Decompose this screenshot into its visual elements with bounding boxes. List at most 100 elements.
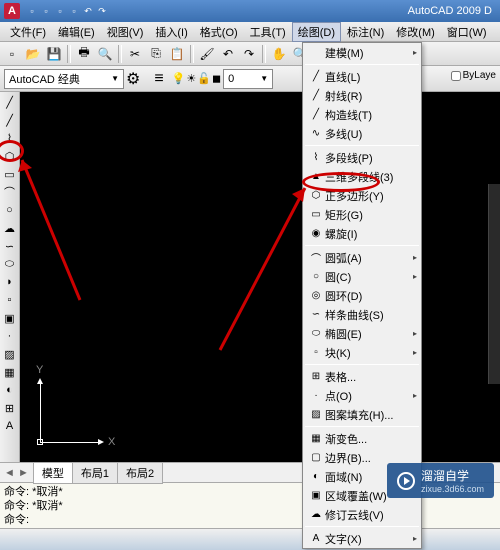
menu-insert[interactable]: 插入(I) [149, 22, 193, 42]
xline-tool[interactable]: ╱ [2, 112, 18, 128]
gradient-tool[interactable]: ▦ [2, 364, 18, 380]
ellipsearc-tool[interactable]: ◗ [2, 274, 18, 290]
insert-tool[interactable]: ▫ [2, 292, 18, 308]
menu-view[interactable]: 视图(V) [101, 22, 150, 42]
standard-toolbar[interactable]: ▫ 📂 💾 🖶 🔍 ✂ ⎘ 📋 🖌 ↶ ↷ ✋ 🔍 [0, 42, 500, 66]
new-button[interactable]: ▫ [2, 44, 22, 64]
menu-circle[interactable]: ○圆(C)▸ [303, 267, 421, 286]
tab-nav-arrows[interactable]: ◄ ► [0, 467, 33, 479]
tab-model[interactable]: 模型 [33, 462, 73, 484]
qat-icons[interactable]: ▫ ▫ ▫ ▫ ↶ ↷ [26, 5, 108, 17]
menu-line[interactable]: ╱直线(L) [303, 67, 421, 86]
cut-button[interactable]: ✂ [125, 44, 145, 64]
rectangle-icon: ▭ [307, 209, 325, 220]
lock-icon: 🔓 [197, 72, 211, 85]
workspace-combo[interactable]: AutoCAD 经典 ▼ [4, 69, 124, 89]
menu-modeling[interactable]: 建模(M)▸ [303, 43, 421, 62]
layer-status-icons: 💡 ☀ 🔓 ◼ [172, 72, 221, 85]
layer-manager-icon[interactable]: ≡ [154, 70, 163, 88]
print-icon[interactable]: ▫ [68, 5, 80, 17]
menu-rectangle[interactable]: ▭矩形(G) [303, 205, 421, 224]
menu-mline[interactable]: ∿多线(U) [303, 124, 421, 143]
arc-tool[interactable]: ⌒ [2, 184, 18, 200]
wipeout-icon: ▣ [307, 490, 325, 501]
open-button[interactable]: 📂 [23, 44, 43, 64]
menu-tools[interactable]: 工具(T) [244, 22, 292, 42]
menu-point[interactable]: ·点(O)▸ [303, 386, 421, 405]
cmd-input-line[interactable]: 命令: [4, 513, 496, 527]
bylayer-label: ByLaye [463, 70, 496, 81]
menu-xline[interactable]: ╱构造线(T) [303, 105, 421, 124]
paste-button[interactable]: 📋 [167, 44, 187, 64]
menu-table[interactable]: ⊞表格... [303, 367, 421, 386]
menu-donut[interactable]: ◎圆环(D) [303, 286, 421, 305]
mtext-tool[interactable]: A [2, 418, 18, 434]
watermark: 溜溜自学 zixue.3d66.com [387, 463, 494, 498]
menu-3dpoly[interactable]: ▲三维多段线(3) [303, 167, 421, 186]
menu-format[interactable]: 格式(O) [194, 22, 244, 42]
menu-block[interactable]: ▫块(K)▸ [303, 343, 421, 362]
copy-button[interactable]: ⎘ [146, 44, 166, 64]
plot-button[interactable]: 🖶 [74, 44, 94, 64]
open-icon[interactable]: ▫ [40, 5, 52, 17]
menu-text[interactable]: A文字(X)▸ [303, 529, 421, 548]
new-icon[interactable]: ▫ [26, 5, 38, 17]
menu-polygon[interactable]: ⬡正多边形(Y) [303, 186, 421, 205]
menu-file[interactable]: 文件(F) [4, 22, 52, 42]
tab-layout2[interactable]: 布局2 [117, 462, 163, 484]
undo-icon[interactable]: ↶ [82, 5, 94, 17]
mline-icon: ∿ [307, 128, 325, 139]
drawing-canvas[interactable]: X Y [20, 92, 500, 462]
tool-palette-bar[interactable] [488, 184, 500, 384]
layer-combo[interactable]: 0 ▼ [223, 69, 273, 89]
workspace-settings-icon[interactable]: ⚙ [126, 69, 140, 89]
workspace-toolbar[interactable]: AutoCAD 经典 ▼ ⚙ ≡ 💡 ☀ 🔓 ◼ 0 ▼ [0, 66, 500, 92]
line-tool[interactable]: ╱ [2, 94, 18, 110]
spline-tool[interactable]: ∽ [2, 238, 18, 254]
redo-button[interactable]: ↷ [239, 44, 259, 64]
menu-pline[interactable]: ⌇多段线(P) [303, 148, 421, 167]
table-icon: ⊞ [307, 371, 325, 382]
tab-layout1[interactable]: 布局1 [72, 462, 118, 484]
rectangle-tool[interactable]: ▭ [2, 166, 18, 182]
menu-ellipse[interactable]: ⬭椭圆(E)▸ [303, 324, 421, 343]
bylayer-check[interactable]: ByLaye [451, 70, 496, 81]
point-icon: · [307, 390, 325, 401]
menu-ray[interactable]: ╱射线(R) [303, 86, 421, 105]
save-button[interactable]: 💾 [44, 44, 64, 64]
gradient-icon: ▦ [307, 433, 325, 444]
ellipse-tool[interactable]: ⬭ [2, 256, 18, 272]
menu-edit[interactable]: 编辑(E) [52, 22, 101, 42]
menu-helix[interactable]: ◉螺旋(I) [303, 224, 421, 243]
polygon-tool[interactable]: ⬡ [2, 148, 18, 164]
hatch-tool[interactable]: ▨ [2, 346, 18, 362]
preview-button[interactable]: 🔍 [95, 44, 115, 64]
pan-button[interactable]: ✋ [269, 44, 289, 64]
menu-hatch[interactable]: ▨图案填充(H)... [303, 405, 421, 424]
menu-window[interactable]: 窗口(W) [441, 22, 493, 42]
point-tool[interactable]: · [2, 328, 18, 344]
menu-modify[interactable]: 修改(M) [390, 22, 441, 42]
ray-icon: ╱ [307, 90, 325, 101]
circle-tool[interactable]: ○ [2, 202, 18, 218]
menu-draw[interactable]: 绘图(D) [292, 22, 341, 42]
draw-palette[interactable]: ╱ ╱ ⌇ ⬡ ▭ ⌒ ○ ☁ ∽ ⬭ ◗ ▫ ▣ · ▨ ▦ ◐ ⊞ A [0, 92, 20, 462]
block-tool[interactable]: ▣ [2, 310, 18, 326]
save-icon[interactable]: ▫ [54, 5, 66, 17]
match-button[interactable]: 🖌 [197, 44, 217, 64]
revcloud-tool[interactable]: ☁ [2, 220, 18, 236]
undo-button[interactable]: ↶ [218, 44, 238, 64]
table-tool[interactable]: ⊞ [2, 400, 18, 416]
menu-arc[interactable]: ⌒圆弧(A)▸ [303, 248, 421, 267]
menu-revcloud[interactable]: ☁修订云线(V) [303, 505, 421, 524]
menu-dimension[interactable]: 标注(N) [341, 22, 390, 42]
taskbar [0, 528, 500, 550]
menu-gradient[interactable]: ▦渐变色... [303, 429, 421, 448]
menu-spline[interactable]: ∽样条曲线(S) [303, 305, 421, 324]
redo-icon[interactable]: ↷ [96, 5, 108, 17]
workspace-value: AutoCAD 经典 [9, 71, 80, 87]
menu-bar[interactable]: 文件(F) 编辑(E) 视图(V) 插入(I) 格式(O) 工具(T) 绘图(D… [0, 22, 500, 42]
bylayer-checkbox[interactable] [451, 71, 461, 81]
pline-tool[interactable]: ⌇ [2, 130, 18, 146]
region-tool[interactable]: ◐ [2, 382, 18, 398]
